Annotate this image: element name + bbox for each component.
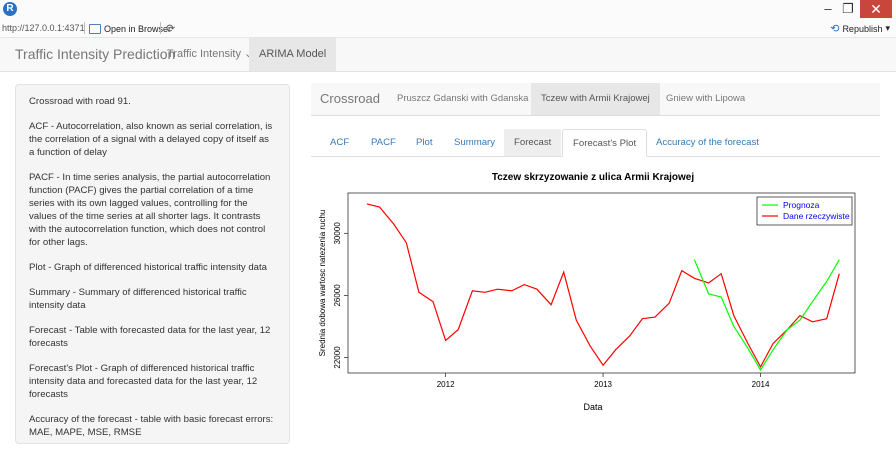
legend-label-dane: Dane rzeczywiste	[783, 211, 850, 221]
series-line-dane-rzeczywiste	[366, 203, 840, 369]
chart-legend: Prognoza Dane rzeczywiste	[756, 196, 853, 226]
legend-label-prognoza: Prognoza	[783, 200, 820, 210]
nav-arima-model[interactable]: ARIMA Model	[249, 38, 337, 71]
forecast-chart: Tczew skrzyzowanie z ulica Armii Krajowe…	[318, 172, 856, 412]
tab-gniew[interactable]: Gniew with Lipowa	[656, 83, 755, 115]
analysis-tabs: ACF PACF Plot Summary Forecast Forecast'…	[311, 129, 880, 157]
x-tick-label: 2013	[594, 380, 612, 389]
nav-traffic-intensity-dropdown[interactable]: Traffic Intensity ⌄	[157, 38, 263, 71]
url-text: http://127.0.0.1:4371	[2, 23, 85, 33]
y-tick-label: 30000	[333, 222, 342, 245]
sidebar-paragraph: ACF - Autocorrelation, also known as ser…	[29, 121, 273, 158]
tab-plot[interactable]: Plot	[406, 129, 443, 156]
minimize-button[interactable]: –	[818, 0, 838, 18]
y-tick-label: 22000	[333, 346, 342, 369]
x-tick-label: 2012	[437, 380, 455, 389]
tab-pacf[interactable]: PACF	[361, 129, 406, 156]
sidebar-paragraph: Summary - Summary of differenced histori…	[29, 287, 247, 311]
navbar: Traffic Intensity Prediction Traffic Int…	[0, 38, 896, 72]
chevron-down-icon: ▾	[885, 23, 890, 33]
app-icon: R	[3, 2, 17, 16]
divider	[160, 22, 161, 34]
tab-forecast[interactable]: Forecast	[504, 129, 562, 156]
series-line-prognoza	[693, 259, 840, 372]
sidebar-paragraph: Crossroad with road 91.	[29, 96, 131, 107]
browser-window-icon	[89, 23, 101, 34]
tab-pruszcz-gdanski[interactable]: Pruszcz Gdanski with Gdanska	[387, 83, 538, 115]
crossroad-navbar: Crossroad Pruszcz Gdanski with Gdanska T…	[311, 83, 880, 116]
sidebar-paragraph: Plot - Graph of differenced historical t…	[29, 262, 268, 273]
x-axis-label: Data	[583, 402, 602, 412]
republish-label: Republish	[842, 23, 883, 34]
y-tick-label: 26000	[333, 284, 342, 307]
sidebar-paragraph: Forecast - Table with forecasted data fo…	[29, 325, 271, 349]
tab-acf[interactable]: ACF	[320, 129, 359, 156]
window-controls: – ❐ ✕	[818, 0, 892, 18]
x-tick-label: 2014	[752, 380, 770, 389]
divider	[84, 22, 85, 34]
sidebar-paragraph: Forecast's Plot - Graph of differenced h…	[29, 363, 258, 400]
window-titlebar: R – ❐ ✕	[0, 0, 896, 20]
maximize-button[interactable]: ❐	[838, 0, 858, 18]
republish-button[interactable]: ⟲ Republish ▾	[830, 22, 890, 35]
refresh-icon[interactable]: ⟳	[166, 22, 175, 35]
tab-accuracy[interactable]: Accuracy of the forecast	[646, 129, 769, 156]
open-in-browser-button[interactable]: Open in Browser	[89, 21, 171, 36]
sidebar-paragraph: Accuracy of the forecast - table with ba…	[29, 414, 274, 438]
sidebar-paragraph: PACF - In time series analysis, the part…	[29, 172, 271, 248]
republish-icon: ⟲	[830, 23, 840, 35]
y-axis-label: Srednia dobowa wartosc natezenia ruchu	[318, 210, 327, 357]
sidebar-panel: Crossroad with road 91. ACF - Autocorrel…	[15, 84, 290, 444]
app-brand[interactable]: Traffic Intensity Prediction	[15, 46, 175, 62]
crossroad-title: Crossroad	[320, 91, 380, 106]
tab-summary[interactable]: Summary	[444, 129, 505, 156]
chart-series	[366, 203, 840, 372]
address-bar: http://127.0.0.1:4371 Open in Browser ⟳ …	[0, 20, 896, 38]
chart-title: Tczew skrzyzowanie z ulica Armii Krajowe…	[492, 172, 695, 183]
tab-forecasts-plot[interactable]: Forecast's Plot	[562, 129, 648, 157]
close-button[interactable]: ✕	[860, 0, 892, 18]
tab-tczew[interactable]: Tczew with Armii Krajowej	[531, 83, 660, 115]
